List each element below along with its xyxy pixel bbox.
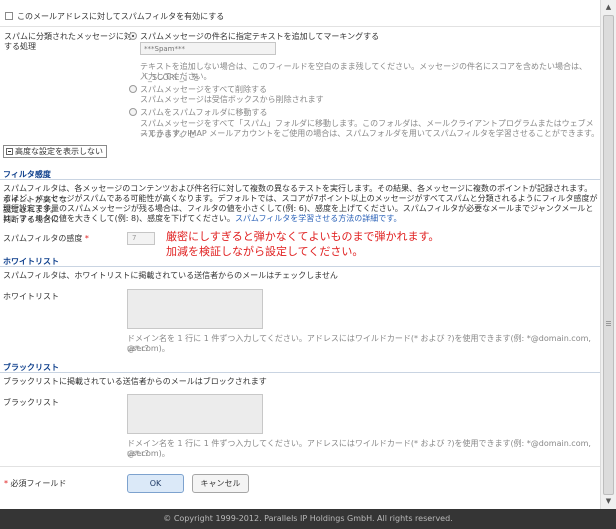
annotation-line2: 加減を検証しながら設定してください。 (166, 245, 364, 258)
sensitivity-input[interactable]: 7 (127, 232, 155, 245)
learn-more-link[interactable]: スパムフィルタを学習させる方法の詳細です。 (235, 214, 402, 223)
radio-move-label: スパムをスパムフォルダに移動する (140, 108, 268, 117)
sensitivity-desc-line4: は、フィルタの値を大きくして(例: 8)、感度を下げてください。スパムフィルタを… (3, 213, 402, 224)
section-divider (0, 179, 600, 180)
blacklist-help-line1: ドメイン名を 1 行に 1 件ずつ入力してください。アドレスにはワイルドカード(… (127, 439, 591, 458)
required-note: * 必須フィールド (4, 478, 66, 489)
scroll-up-arrow-icon[interactable]: ▲ (601, 0, 616, 15)
whitelist-help-line2: @*.com)。 (127, 344, 170, 353)
whitelist-desc: スパムフィルタは、ホワイトリストに掲載されている送信者からのメールはチェックしま… (3, 271, 338, 280)
sensitivity-field-label: スパムフィルタの感度 * (3, 233, 89, 244)
blacklist-field-label: ブラックリスト (3, 398, 59, 407)
mark-help-line2: 入力してください。 (140, 72, 212, 81)
sensitivity-label-text: スパムフィルタの感度 (3, 234, 83, 243)
radio-mark-subject[interactable] (129, 32, 137, 40)
enable-filter-label: このメールアドレスに対してスパムフィルタを有効にする (17, 12, 225, 21)
section-divider (0, 266, 600, 267)
hide-advanced-label: 高度な設定を表示しない (15, 147, 103, 156)
hide-advanced-toggle[interactable]: 高度な設定を表示しない (3, 145, 107, 158)
radio-delete[interactable] (129, 85, 137, 93)
divider (0, 466, 600, 467)
processing-label-line2: する処理 (4, 42, 36, 51)
copyright-text: © Copyright 1999-2012. Parallels IP Hold… (163, 514, 453, 523)
radio-move[interactable] (129, 108, 137, 116)
section-divider (0, 372, 600, 373)
scrollbar-thumb[interactable] (603, 15, 614, 495)
whitelist-field-label: ホワイトリスト (3, 292, 59, 301)
footer: © Copyright 1999-2012. Parallels IP Hold… (0, 509, 616, 529)
radio-mark-subject-label: スパムメッセージの件名に指定テキストを追加してマーキングする (140, 32, 380, 41)
blacklist-textarea[interactable] (127, 394, 263, 434)
cancel-button[interactable]: キャンセル (192, 474, 249, 493)
vertical-scrollbar[interactable]: ▲ ▼ (600, 0, 616, 509)
blacklist-help-line2: @*.com)。 (127, 449, 170, 458)
required-asterisk: * (84, 234, 89, 243)
ok-button[interactable]: OK (127, 474, 184, 493)
whitelist-textarea[interactable] (127, 289, 263, 329)
move-help-line2: スできます。IMAP メールアカウントをご使用の場合は、スパムフォルダを用いてス… (140, 129, 600, 138)
delete-help: スパムメッセージは受信ボックスから削除されます (140, 95, 324, 104)
sensitivity-desc-text: は、フィルタの値を大きくして(例: 8)、感度を下げてください。 (3, 214, 235, 223)
divider (0, 26, 600, 27)
annotation-line1: 厳密にしすぎると弾かなくてよいものまで弾かれます。 (166, 230, 440, 243)
required-note-asterisk: * (4, 479, 8, 488)
blacklist-desc: ブラックリストに掲載されている送信者からのメールはブロックされます (3, 377, 267, 386)
scroll-down-arrow-icon[interactable]: ▼ (601, 494, 616, 509)
enable-filter-checkbox[interactable] (5, 12, 13, 20)
required-note-label: 必須フィールド (10, 479, 67, 488)
minus-box-icon (6, 148, 13, 155)
settings-panel: このメールアドレスに対してスパムフィルタを有効にする スパムに分類されたメッセー… (0, 0, 600, 509)
whitelist-help-line1: ドメイン名を 1 行に 1 件ずつ入力してください。アドレスにはワイルドカード(… (127, 334, 591, 353)
subject-tag-input[interactable] (140, 42, 276, 55)
